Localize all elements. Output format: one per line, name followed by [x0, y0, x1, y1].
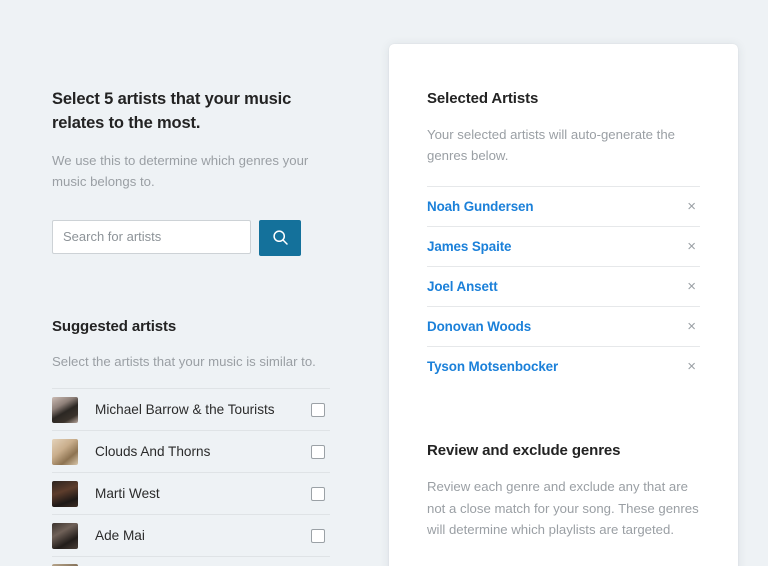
artist-checkbox[interactable] [311, 444, 325, 459]
list-item[interactable]: Marti West [52, 472, 330, 514]
search-button[interactable] [259, 219, 301, 256]
artist-avatar [52, 396, 78, 423]
review-genres-section: Review and exclude genres Review each ge… [427, 442, 700, 541]
artist-search-row [52, 219, 330, 256]
search-icon [272, 229, 289, 246]
artist-name: Clouds And Thorns [95, 444, 211, 460]
selected-artist-link[interactable]: Donovan Woods [427, 319, 531, 334]
artist-name: Marti West [95, 486, 160, 502]
suggested-artists-title: Suggested artists [52, 317, 177, 335]
artist-selection-panel: Select 5 artists that your music relates… [52, 88, 330, 566]
artist-avatar [52, 480, 78, 507]
selected-artists-list: Noah Gundersen × James Spaite × Joel Ans… [427, 186, 700, 386]
table-row: Joel Ansett × [427, 266, 700, 306]
suggested-artists-list: Michael Barrow & the Tourists Clouds And… [52, 388, 330, 566]
selected-artist-link[interactable]: Joel Ansett [427, 279, 498, 294]
suggested-artists-subtitle: Select the artists that your music is si… [52, 353, 316, 369]
selected-artists-title: Selected Artists [427, 90, 539, 107]
search-input[interactable] [52, 219, 251, 254]
review-genres-title: Review and exclude genres [427, 442, 621, 460]
review-genres-subtitle: Review each genre and exclude any that a… [427, 479, 699, 538]
selected-artist-link[interactable]: Noah Gundersen [427, 199, 534, 214]
page-subtitle: We use this to determine which genres yo… [52, 152, 309, 190]
list-item[interactable]: Michael Barrow & the Tourists [52, 388, 330, 430]
artist-avatar [52, 438, 78, 465]
artist-name: Ade Mai [95, 528, 145, 544]
list-item[interactable] [52, 556, 330, 566]
close-icon[interactable]: × [683, 357, 700, 376]
selected-artists-card: Selected Artists Your selected artists w… [389, 44, 738, 566]
selected-artist-link[interactable]: Tyson Motsenbocker [427, 359, 558, 374]
page-title: Select 5 artists that your music relates… [52, 90, 292, 132]
close-icon[interactable]: × [683, 317, 700, 336]
artist-checkbox[interactable] [311, 402, 325, 417]
table-row: James Spaite × [427, 226, 700, 266]
artist-name: Michael Barrow & the Tourists [95, 402, 275, 418]
artist-checkbox[interactable] [311, 486, 325, 501]
close-icon[interactable]: × [683, 197, 700, 216]
table-row: Donovan Woods × [427, 306, 700, 346]
artist-checkbox[interactable] [311, 528, 325, 543]
selected-artists-subtitle: Your selected artists will auto-generate… [427, 127, 676, 164]
table-row: Noah Gundersen × [427, 186, 700, 226]
list-item[interactable]: Ade Mai [52, 514, 330, 556]
selected-artist-link[interactable]: James Spaite [427, 239, 512, 254]
artist-avatar [52, 522, 78, 549]
table-row: Tyson Motsenbocker × [427, 346, 700, 386]
close-icon[interactable]: × [683, 237, 700, 256]
list-item[interactable]: Clouds And Thorns [52, 430, 330, 472]
close-icon[interactable]: × [683, 277, 700, 296]
suggested-artists-section: Suggested artists Select the artists tha… [52, 318, 330, 566]
